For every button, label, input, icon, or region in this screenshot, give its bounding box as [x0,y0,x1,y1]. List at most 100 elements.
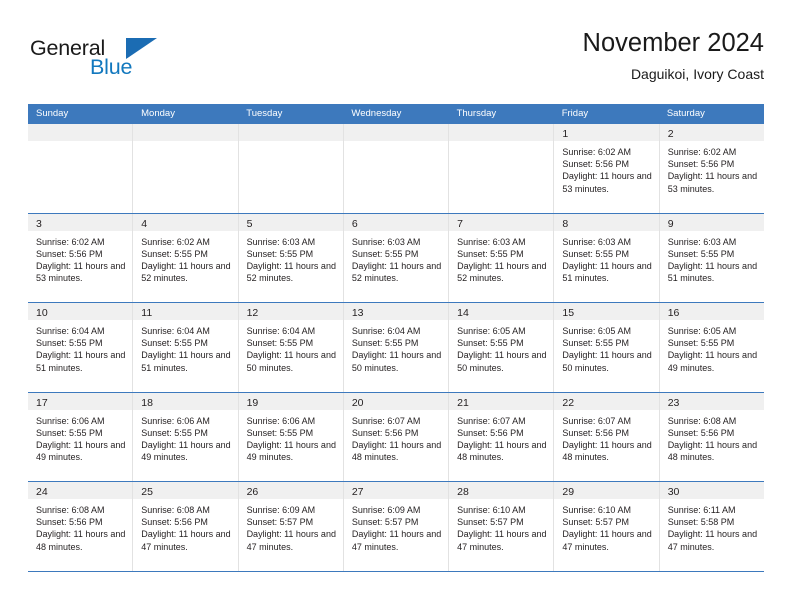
sunrise-text: Sunrise: 6:06 AM [141,415,210,426]
sunset-text: Sunset: 5:55 PM [141,427,208,438]
calendar-day-cell[interactable]: 12 Sunrise: 6:04 AM Sunset: 5:55 PM Dayligh… [238,303,344,392]
calendar-day-cell[interactable]: 8 Sunrise: 6:03 AM Sunset: 5:55 PM Daylight… [554,213,660,302]
calendar-day-cell[interactable]: 7 Sunrise: 6:03 AM Sunset: 5:55 PM Daylight… [449,213,555,302]
day-number: 16 [667,307,680,319]
daylight-text: Daylight: 11 hours and 51 minutes. [667,260,758,284]
day-details: Sunrise: 6:03 AM Sunset: 5:55 PM Daylight:… [554,231,658,285]
day-number-band: 10 [28,303,133,320]
day-number-band: 24 [28,482,133,499]
weekday-header-row: Sunday Monday Tuesday Wednesday Thursday Frid… [28,104,764,124]
calendar-day-cell[interactable]: 6 Sunrise: 6:03 AM Sunset: 5:55 PM Daylight… [343,213,450,302]
calendar-day-cell[interactable]: 9 Sunrise: 6:03 AM Sunset: 5:55 PM Daylight… [659,213,764,302]
sunset-text: Sunset: 5:55 PM [457,338,524,349]
daylight-text: Daylight: 11 hours and 53 minutes. [667,171,758,194]
page-title: November 2024 [582,29,764,57]
sunset-text: Sunset: 5:56 PM [36,248,103,259]
day-number: 9 [667,217,674,230]
calendar-day-cell[interactable]: 26 Sunrise: 6:09 AM Sunset: 5:57 PM Dayligh… [238,482,344,571]
sunset-text: Sunset: 5:55 PM [351,338,419,349]
daylight-text: Daylight: 11 hours and 50 minutes. [246,350,336,373]
calendar-day-cell[interactable]: 5 Sunrise: 6:03 AM Sunset: 5:55 PM Daylight… [238,213,344,302]
logo-text-blue: Blue [90,55,133,79]
day-details: Sunrise: 6:11 AM Sunset: 5:58 PM Daylight:… [660,499,764,553]
daylight-text: Daylight: 11 hours and 49 minutes. [667,350,758,373]
calendar-day-cell[interactable]: 11 Sunrise: 6:04 AM Sunset: 5:55 PM Dayligh… [133,303,239,392]
calendar-day-cell[interactable]: 14 Sunrise: 6:05 AM Sunset: 5:55 PM Dayligh… [449,303,555,392]
sunset-text: Sunset: 5:55 PM [141,248,208,259]
sunrise-text: Sunrise: 6:05 AM [667,326,737,336]
calendar-day-cell[interactable]: 2 Sunrise: 6:02 AM Sunset: 5:56 PM Daylight… [659,124,764,213]
calendar-day-cell[interactable]: 30 Sunrise: 6:11 AM Sunset: 5:58 PM Dayligh… [659,482,764,571]
day-number-band: 9 [659,213,764,231]
day-number: 5 [246,217,253,230]
calendar-day-cell[interactable]: 3 Sunrise: 6:02 AM Sunset: 5:56 PM Daylight… [28,213,134,302]
day-number: 24 [36,486,48,498]
day-number: 21 [457,396,469,409]
calendar-day-cell[interactable]: 17 Sunrise: 6:06 AM Sunset: 5:55 PM Dayligh… [28,392,134,481]
day-details: Sunrise: 6:10 AM Sunset: 5:57 PM Daylight:… [449,499,553,553]
day-details: Sunrise: 6:07 AM Sunset: 5:56 PM Daylight:… [344,410,448,464]
day-number: 14 [457,307,469,319]
calendar-day-cell[interactable]: 24 Sunrise: 6:08 AM Sunset: 5:56 PM Dayligh… [28,482,134,571]
calendar-day-cell[interactable]: 27 Sunrise: 6:09 AM Sunset: 5:57 PM Dayligh… [343,482,450,571]
sunrise-text: Sunrise: 6:08 AM [36,505,105,515]
sunset-text: Sunset: 5:55 PM [246,427,314,438]
day-details: Sunrise: 6:04 AM Sunset: 5:55 PM Daylight:… [28,320,132,374]
day-number: 22 [562,396,575,409]
calendar-day-cell[interactable]: 28 Sunrise: 6:10 AM Sunset: 5:57 PM Dayligh… [449,482,555,571]
calendar-day-cell[interactable]: 18 Sunrise: 6:06 AM Sunset: 5:55 PM Dayligh… [133,392,239,481]
calendar-day-cell[interactable]: 15 Sunrise: 6:05 AM Sunset: 5:55 PM Dayligh… [554,303,660,392]
sunrise-text: Sunrise: 6:02 AM [36,236,105,247]
calendar-week-row: 1 Sunrise: 6:02 AM Sunset: 5:56 PM Daylight… [28,124,764,214]
sunrise-text: Sunrise: 6:03 AM [351,236,421,247]
day-number-band: 13 [343,303,449,320]
calendar-day-cell[interactable]: 4 Sunrise: 6:02 AM Sunset: 5:55 PM Daylight… [133,213,239,302]
calendar-day-cell[interactable]: 21 Sunrise: 6:07 AM Sunset: 5:56 PM Dayligh… [449,392,555,481]
sunset-text: Sunset: 5:55 PM [36,427,103,438]
calendar-day-cell[interactable]: 1 Sunrise: 6:02 AM Sunset: 5:56 PM Daylight… [554,124,660,213]
day-number: 28 [457,486,469,498]
calendar-day-cell[interactable]: 19 Sunrise: 6:06 AM Sunset: 5:55 PM Dayligh… [238,392,344,481]
day-details: Sunrise: 6:02 AM Sunset: 5:56 PM Daylight:… [660,141,764,195]
day-details: Sunrise: 6:03 AM Sunset: 5:55 PM Daylight:… [660,231,764,285]
day-details: Sunrise: 6:08 AM Sunset: 5:56 PM Daylight:… [660,410,764,464]
day-number: 17 [36,396,48,409]
sunset-text: Sunset: 5:56 PM [562,427,629,438]
daylight-text: Daylight: 11 hours and 51 minutes. [141,350,231,373]
day-number: 6 [351,217,358,230]
calendar-day-cell[interactable]: 13 Sunrise: 6:04 AM Sunset: 5:55 PM Dayligh… [343,303,450,392]
day-number-band: 29 [554,482,659,499]
sunrise-text: Sunrise: 6:03 AM [457,236,526,247]
day-details: Sunrise: 6:05 AM Sunset: 5:55 PM Daylight:… [449,320,553,374]
day-details: Sunrise: 6:09 AM Sunset: 5:57 PM Daylight:… [344,499,448,553]
calendar-week-row: 3 Sunrise: 6:02 AM Sunset: 5:56 PM Daylight… [28,213,764,303]
weekday-header-thursday: Thursday [456,108,497,119]
calendar-day-cell-empty [28,124,134,213]
sunset-text: Sunset: 5:56 PM [141,517,208,528]
calendar-day-cell[interactable]: 10 Sunrise: 6:04 AM Sunset: 5:55 PM Dayligh… [28,303,134,392]
day-details: Sunrise: 6:05 AM Sunset: 5:55 PM Daylight:… [660,320,764,374]
calendar-day-cell[interactable]: 23 Sunrise: 6:08 AM Sunset: 5:56 PM Dayligh… [659,392,764,481]
day-number-band [238,124,343,141]
day-number: 23 [667,396,680,409]
calendar-day-cell[interactable]: 16 Sunrise: 6:05 AM Sunset: 5:55 PM Dayligh… [659,303,764,392]
sunrise-text: Sunrise: 6:02 AM [141,236,210,247]
weekday-header-wednesday: Wednesday [351,108,402,119]
calendar-day-cell[interactable]: 20 Sunrise: 6:07 AM Sunset: 5:56 PM Dayligh… [343,392,450,481]
sunset-text: Sunset: 5:55 PM [246,248,314,259]
sunset-text: Sunset: 5:55 PM [667,338,735,349]
sunrise-text: Sunrise: 6:06 AM [246,415,316,426]
daylight-text: Daylight: 11 hours and 48 minutes. [457,439,547,463]
calendar-day-cell[interactable]: 22 Sunrise: 6:07 AM Sunset: 5:56 PM Dayligh… [554,392,660,481]
sunset-text: Sunset: 5:55 PM [351,248,419,259]
daylight-text: Daylight: 11 hours and 49 minutes. [246,439,336,463]
calendar-day-cell[interactable]: 25 Sunrise: 6:08 AM Sunset: 5:56 PM Dayligh… [133,482,239,571]
day-details: Sunrise: 6:02 AM Sunset: 5:56 PM Daylight:… [28,231,132,285]
general-blue-logo[interactable]: General Blue [30,36,210,88]
calendar-day-cell[interactable]: 29 Sunrise: 6:10 AM Sunset: 5:57 PM Dayligh… [554,482,660,571]
weekday-header-sunday: Sunday [36,108,69,119]
daylight-text: Daylight: 11 hours and 49 minutes. [36,439,126,463]
day-number: 8 [562,217,569,230]
sunset-text: Sunset: 5:56 PM [562,159,629,170]
day-details: Sunrise: 6:04 AM Sunset: 5:55 PM Daylight:… [239,320,343,374]
